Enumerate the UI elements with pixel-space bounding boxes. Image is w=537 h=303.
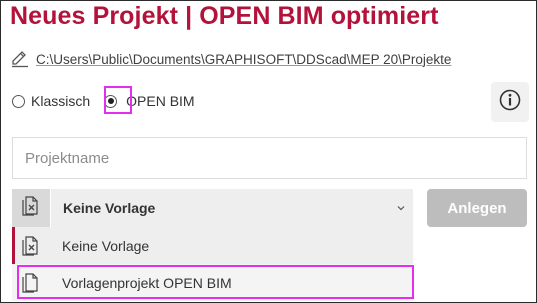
dropdown-item-label: Keine Vorlage xyxy=(62,237,150,254)
radio-classic-label[interactable]: Klassisch xyxy=(31,93,90,109)
edit-pencil-icon[interactable] xyxy=(10,50,30,68)
chevron-down-icon[interactable] xyxy=(389,189,413,227)
template-select-icon-cell xyxy=(12,189,50,227)
no-template-icon xyxy=(12,235,50,256)
no-template-icon xyxy=(22,195,40,221)
info-icon xyxy=(499,89,521,116)
create-button[interactable]: Anlegen xyxy=(427,189,527,227)
highlight-openbim-template xyxy=(17,265,414,299)
radio-openbim-label[interactable]: OPEN BIM xyxy=(126,93,194,109)
dropdown-item-no-template[interactable]: Keine Vorlage xyxy=(12,227,413,264)
project-name-input[interactable] xyxy=(12,137,527,179)
radio-classic[interactable] xyxy=(12,94,25,108)
project-path-row: C:\Users\Public\Documents\GRAPHISOFT\DDS… xyxy=(10,48,451,70)
highlight-radio-openbim xyxy=(104,86,132,114)
page-title: Neues Projekt | OPEN BIM optimiert xyxy=(10,2,439,30)
info-button[interactable] xyxy=(491,82,529,122)
template-select-value: Keine Vorlage xyxy=(50,189,389,227)
project-path-link[interactable]: C:\Users\Public\Documents\GRAPHISOFT\DDS… xyxy=(36,52,451,67)
template-select[interactable]: Keine Vorlage xyxy=(12,189,413,227)
